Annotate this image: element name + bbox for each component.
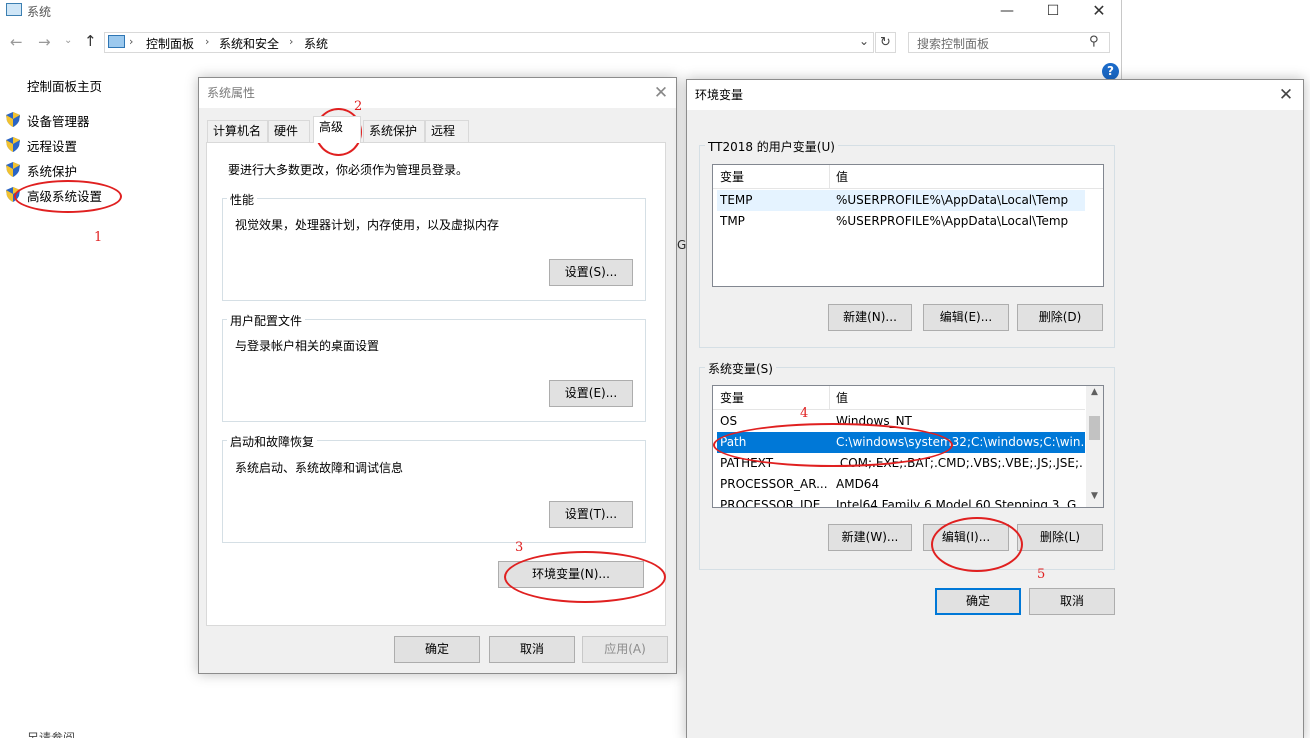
close-icon[interactable]: ✕ (646, 78, 676, 108)
shield-icon (6, 112, 20, 127)
user-variables-group-label: TT2018 的用户变量(U) (705, 138, 838, 155)
user-profiles-desc: 与登录帐户相关的桌面设置 (235, 339, 380, 353)
startup-recovery-settings-button[interactable]: 设置(T)... (549, 501, 633, 528)
column-header-value[interactable]: 值 (836, 165, 848, 189)
up-arrow-icon[interactable]: ↑ (84, 32, 97, 50)
list-header: 变量 值 (713, 165, 1103, 189)
minimize-button[interactable]: — (984, 0, 1030, 22)
startup-recovery-desc: 系统启动、系统故障和调试信息 (235, 461, 404, 475)
sysprops-ok-button[interactable]: 确定 (394, 636, 480, 663)
tab-hardware[interactable]: 硬件 (268, 120, 310, 142)
breadcrumb-item[interactable]: 系统和安全 (219, 35, 279, 52)
maximize-button[interactable]: ☐ (1030, 0, 1076, 22)
system-delete-button[interactable]: 删除(L) (1017, 524, 1103, 551)
table-row[interactable]: TEMP %USERPROFILE%\AppData\Local\Temp (717, 190, 1085, 211)
column-header-variable[interactable]: 变量 (720, 386, 744, 410)
tab-remote[interactable]: 远程 (425, 120, 469, 142)
tab-computer-name[interactable]: 计算机名 (207, 120, 268, 142)
search-icon[interactable]: ⚲ (1089, 34, 1099, 49)
search-placeholder: 搜索控制面板 (917, 37, 990, 51)
refresh-icon[interactable]: ↻ (875, 32, 896, 53)
column-header-value[interactable]: 值 (836, 386, 848, 410)
dialog-title: 系统属性 (199, 78, 676, 108)
user-profiles-settings-button[interactable]: 设置(E)... (549, 380, 633, 407)
column-divider[interactable] (829, 165, 830, 189)
list-header: 变量 值 (713, 386, 1085, 410)
envvars-ok-button[interactable]: 确定 (935, 588, 1021, 615)
row-var-value: %USERPROFILE%\AppData\Local\Temp (836, 193, 1069, 207)
user-profiles-group-label: 用户配置文件 (227, 312, 306, 329)
breadcrumb-sep-icon: › (289, 35, 294, 48)
user-new-button[interactable]: 新建(N)... (828, 304, 912, 331)
forward-arrow-icon[interactable]: → (38, 33, 51, 51)
user-variables-list[interactable]: 变量 值 TEMP %USERPROFILE%\AppData\Local\Te… (712, 164, 1104, 287)
system-variables-group-label: 系统变量(S) (705, 360, 776, 377)
vertical-scrollbar[interactable]: ▲ ▼ (1086, 386, 1103, 507)
see-also-label: 另请参阅 (27, 731, 76, 738)
tab-advanced[interactable]: 高级 (313, 116, 361, 143)
startup-recovery-group-label: 启动和故障恢复 (227, 433, 318, 450)
close-icon[interactable]: ✕ (1271, 80, 1301, 110)
breadcrumb-sep-icon: › (205, 35, 210, 48)
row-var-name: TEMP (720, 193, 753, 207)
annotation-number: 3 (515, 540, 524, 555)
sysprops-cancel-button[interactable]: 取消 (489, 636, 575, 663)
row-var-name: TMP (720, 214, 745, 228)
breadcrumb-item[interactable]: 控制面板 (146, 35, 194, 52)
annotation-circle (713, 423, 953, 467)
table-row[interactable]: PROCESSOR_IDE... Intel64 Family 6 Model … (717, 495, 1085, 508)
annotation-circle (931, 517, 1023, 572)
admin-note: 要进行大多数更改，你必须作为管理员登录。 (228, 163, 469, 177)
tab-system-protection[interactable]: 系统保护 (363, 120, 425, 142)
performance-desc: 视觉效果，处理器计划，内存使用，以及虚拟内存 (235, 218, 500, 232)
shield-icon (6, 162, 20, 177)
search-input[interactable]: 搜索控制面板 ⚲ (908, 32, 1110, 53)
scroll-up-arrow-icon[interactable]: ▲ (1086, 387, 1103, 401)
breadcrumb-sep-icon: › (129, 35, 134, 48)
row-var-value: AMD64 (836, 477, 880, 491)
shield-icon (6, 137, 20, 152)
user-edit-button[interactable]: 编辑(E)... (923, 304, 1009, 331)
nav-control-panel-home[interactable]: 控制面板主页 (27, 76, 102, 95)
address-dropdown-chevron-icon[interactable]: ⌄ (859, 34, 869, 48)
row-var-name: PROCESSOR_IDE... (720, 498, 830, 508)
performance-group-label: 性能 (227, 191, 258, 208)
breadcrumb-item[interactable]: 系统 (304, 35, 328, 52)
scroll-down-arrow-icon[interactable]: ▼ (1086, 491, 1103, 505)
address-bar[interactable]: › 控制面板 › 系统和安全 › 系统 ⌄ (104, 32, 874, 53)
envvars-cancel-button[interactable]: 取消 (1029, 588, 1115, 615)
row-var-value: Intel64 Family 6 Model 60 Stepping 3, G.… (836, 498, 1084, 508)
nav-remote-settings[interactable]: 远程设置 (27, 136, 77, 155)
nav-system-protection[interactable]: 系统保护 (27, 161, 77, 180)
row-var-name: PROCESSOR_AR... (720, 477, 828, 491)
help-icon[interactable]: ? (1102, 63, 1119, 80)
recent-locations-chevron-icon[interactable]: ⌄ (64, 35, 72, 46)
table-row[interactable]: PROCESSOR_AR... AMD64 (717, 474, 1085, 495)
system-new-button[interactable]: 新建(W)... (828, 524, 912, 551)
annotation-number: 4 (800, 406, 809, 421)
close-button[interactable]: ✕ (1076, 0, 1122, 22)
sysprops-apply-button[interactable]: 应用(A) (582, 636, 668, 663)
back-arrow-icon[interactable]: ← (10, 33, 23, 51)
annotation-number: 2 (354, 99, 363, 114)
column-divider[interactable] (829, 386, 830, 410)
window-title: 系统 (27, 5, 52, 19)
scrollbar-thumb[interactable] (1089, 416, 1100, 440)
annotation-circle (14, 180, 122, 213)
annotation-number: 1 (94, 230, 103, 245)
user-delete-button[interactable]: 删除(D) (1017, 304, 1103, 331)
system-app-icon (6, 3, 22, 16)
table-row[interactable]: TMP %USERPROFILE%\AppData\Local\Temp (717, 211, 1085, 232)
control-panel-icon (108, 35, 125, 48)
dialog-title: 环境变量 (687, 80, 1303, 110)
annotation-number: 5 (1037, 567, 1046, 582)
performance-settings-button[interactable]: 设置(S)... (549, 259, 633, 286)
annotation-circle (504, 551, 666, 603)
nav-device-manager[interactable]: 设备管理器 (27, 111, 90, 130)
row-var-value: %USERPROFILE%\AppData\Local\Temp (836, 214, 1069, 228)
column-header-variable[interactable]: 变量 (720, 165, 744, 189)
